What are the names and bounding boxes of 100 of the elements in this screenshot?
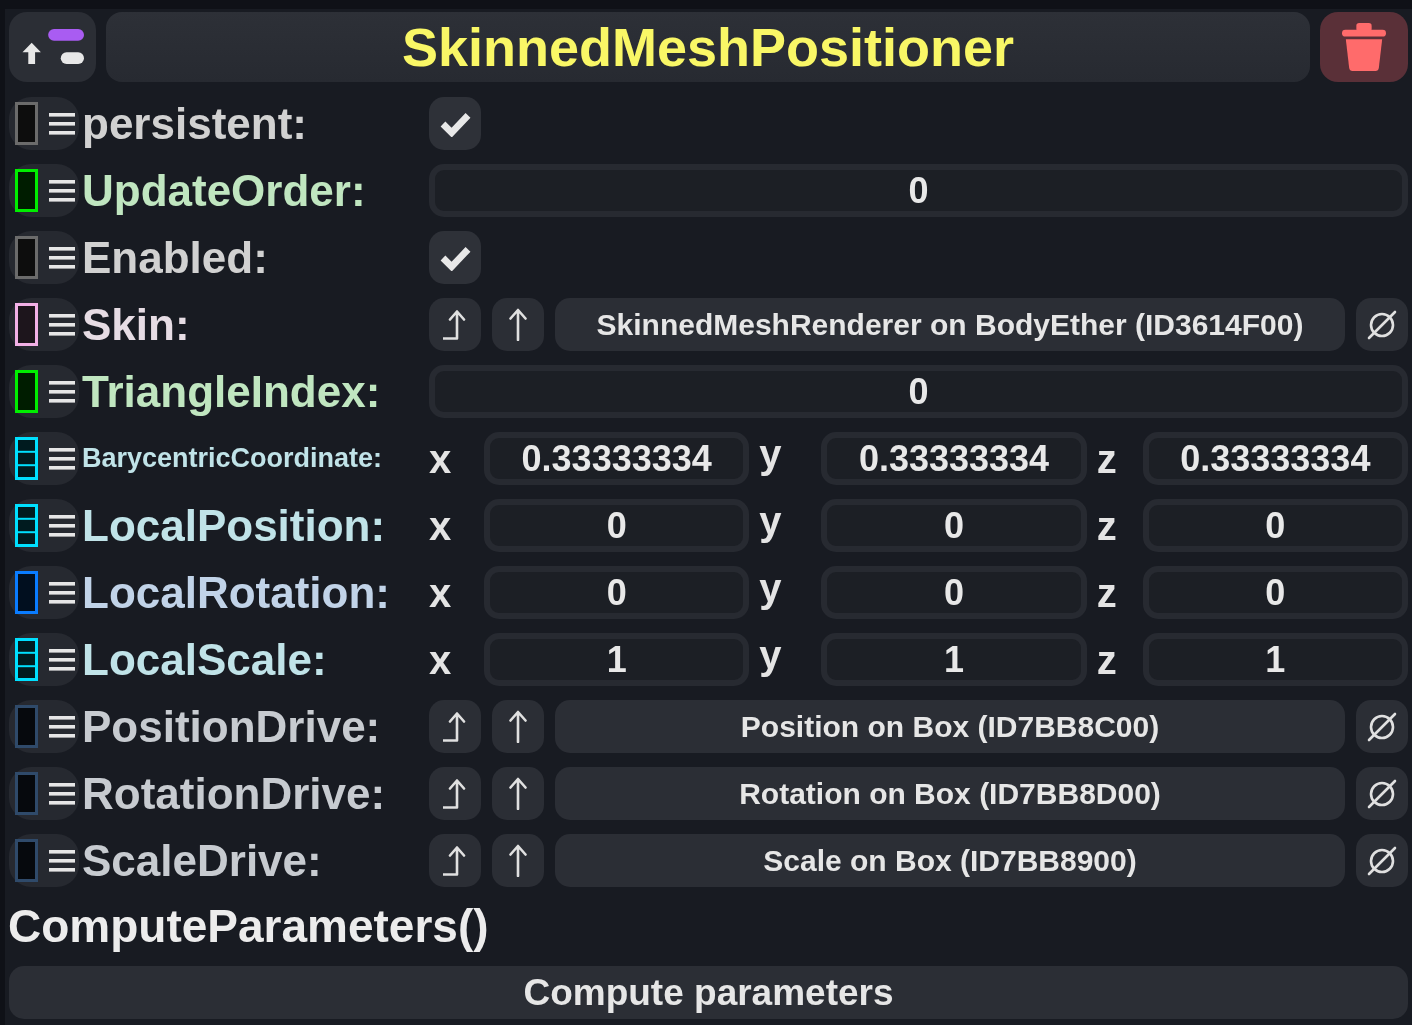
reference-field[interactable]: SkinnedMeshRenderer on BodyEther (ID3614F00) bbox=[555, 298, 1345, 351]
clear-button[interactable] bbox=[1356, 700, 1408, 753]
hamburger-icon bbox=[49, 648, 75, 671]
reference-field[interactable]: Rotation on Box (ID7BB8D00) bbox=[555, 767, 1345, 820]
corner-arrow-icon bbox=[443, 845, 467, 876]
vector-field[interactable]: 0.33333334 bbox=[484, 432, 750, 485]
field-label: LocalRotation: bbox=[81, 567, 391, 619]
field-label: LocalScale: bbox=[81, 634, 328, 686]
field-label: persistent: bbox=[81, 98, 308, 150]
empty-set-icon bbox=[1367, 845, 1397, 876]
number-field[interactable]: 0 bbox=[429, 365, 1408, 418]
drag-handle[interactable] bbox=[9, 633, 79, 686]
drag-handle[interactable] bbox=[9, 432, 79, 485]
drag-handle[interactable] bbox=[9, 231, 79, 284]
field-label: LocalPosition: bbox=[81, 500, 387, 552]
parent-button[interactable] bbox=[492, 700, 544, 753]
field-label: UpdateOrder: bbox=[81, 165, 367, 217]
vector-field[interactable]: 1 bbox=[484, 633, 750, 686]
reference-field[interactable]: Scale on Box (ID7BB8900) bbox=[555, 834, 1345, 887]
hamburger-icon bbox=[49, 380, 75, 403]
number-field[interactable]: 0 bbox=[429, 164, 1408, 217]
field-label: TriangleIndex: bbox=[81, 366, 382, 418]
up-arrow-icon bbox=[509, 710, 527, 743]
field-label: Skin: bbox=[81, 299, 191, 351]
component-title-bar: SkinnedMeshPositioner bbox=[106, 12, 1310, 82]
hamburger-icon bbox=[49, 112, 75, 135]
checkbox[interactable] bbox=[429, 97, 481, 150]
hamburger-icon bbox=[49, 179, 75, 202]
vector-field[interactable]: 0 bbox=[1142, 566, 1408, 619]
axis-label: y bbox=[759, 564, 782, 611]
jump-button[interactable] bbox=[429, 298, 481, 351]
drag-handle[interactable] bbox=[9, 767, 79, 820]
compute-button[interactable]: Compute parameters bbox=[9, 966, 1408, 1019]
arrow-pills-icon bbox=[21, 29, 84, 65]
vector-field[interactable]: 1 bbox=[821, 633, 1087, 686]
vector-field[interactable]: 0.33333334 bbox=[821, 432, 1087, 485]
drag-handle[interactable] bbox=[9, 164, 79, 217]
axis-label: x bbox=[429, 636, 452, 683]
drag-handle[interactable] bbox=[9, 834, 79, 887]
jump-button[interactable] bbox=[429, 700, 481, 753]
clear-button[interactable] bbox=[1356, 298, 1408, 351]
jump-button[interactable] bbox=[429, 834, 481, 887]
header-button[interactable] bbox=[9, 12, 96, 82]
hamburger-icon bbox=[49, 782, 75, 805]
vector-field[interactable]: 0 bbox=[821, 566, 1087, 619]
hamburger-icon bbox=[49, 447, 75, 470]
check-icon bbox=[438, 110, 472, 137]
up-arrow-icon bbox=[509, 844, 527, 877]
clear-button[interactable] bbox=[1356, 767, 1408, 820]
corner-arrow-icon bbox=[443, 711, 467, 742]
delete-button[interactable] bbox=[1320, 12, 1408, 82]
parent-button[interactable] bbox=[492, 298, 544, 351]
hamburger-icon bbox=[49, 581, 75, 604]
trash-icon bbox=[1342, 23, 1386, 71]
hamburger-icon bbox=[49, 514, 75, 537]
jump-button[interactable] bbox=[429, 767, 481, 820]
vector-field[interactable]: 1 bbox=[1142, 633, 1408, 686]
clear-button[interactable] bbox=[1356, 834, 1408, 887]
axis-label: x bbox=[429, 435, 452, 482]
vector-field[interactable]: 0 bbox=[484, 499, 750, 552]
axis-label: y bbox=[759, 631, 782, 678]
drag-handle[interactable] bbox=[9, 298, 79, 351]
corner-arrow-icon bbox=[443, 309, 467, 340]
axis-label: z bbox=[1096, 502, 1117, 549]
vector-field[interactable]: 0.33333334 bbox=[1142, 432, 1408, 485]
check-icon bbox=[438, 244, 472, 271]
method-label: ComputeParameters() bbox=[8, 899, 489, 954]
field-label: BarycentricCoordinate: bbox=[81, 442, 384, 475]
drag-handle[interactable] bbox=[9, 365, 79, 418]
axis-label: x bbox=[429, 569, 452, 616]
empty-set-icon bbox=[1367, 711, 1397, 742]
drag-handle[interactable] bbox=[9, 499, 79, 552]
hamburger-icon bbox=[49, 849, 75, 872]
vector-field[interactable]: 0 bbox=[1142, 499, 1408, 552]
drag-handle[interactable] bbox=[9, 566, 79, 619]
drag-handle[interactable] bbox=[9, 97, 79, 150]
empty-set-icon bbox=[1367, 309, 1397, 340]
hamburger-icon bbox=[49, 313, 75, 336]
field-label: ScaleDrive: bbox=[81, 835, 323, 887]
corner-arrow-icon bbox=[443, 778, 467, 809]
axis-label: y bbox=[759, 497, 782, 544]
axis-label: z bbox=[1096, 569, 1117, 616]
up-arrow-icon bbox=[509, 777, 527, 810]
checkbox[interactable] bbox=[429, 231, 481, 284]
field-label: RotationDrive: bbox=[81, 768, 387, 820]
empty-set-icon bbox=[1367, 778, 1397, 809]
axis-label: y bbox=[759, 430, 782, 477]
up-arrow-icon bbox=[509, 308, 527, 341]
axis-label: z bbox=[1096, 435, 1117, 482]
reference-field[interactable]: Position on Box (ID7BB8C00) bbox=[555, 700, 1345, 753]
parent-button[interactable] bbox=[492, 834, 544, 887]
parent-button[interactable] bbox=[492, 767, 544, 820]
axis-label: z bbox=[1096, 636, 1117, 683]
field-label: PositionDrive: bbox=[81, 701, 382, 753]
hamburger-icon bbox=[49, 246, 75, 269]
drag-handle[interactable] bbox=[9, 700, 79, 753]
vector-field[interactable]: 0 bbox=[484, 566, 750, 619]
field-label: Enabled: bbox=[81, 232, 269, 284]
axis-label: x bbox=[429, 502, 452, 549]
vector-field[interactable]: 0 bbox=[821, 499, 1087, 552]
